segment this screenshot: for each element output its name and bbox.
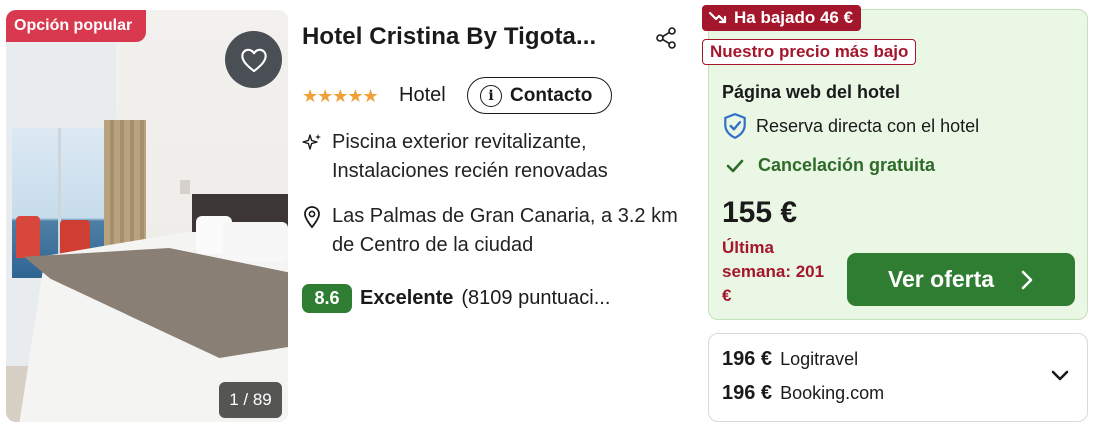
offer-row[interactable]: 196 € Logitravel: [722, 348, 858, 371]
sparkle-icon: [302, 134, 321, 150]
direct-booking-label: Reserva directa con el hotel: [756, 115, 980, 136]
view-offer-label: Ver oferta: [887, 266, 995, 292]
photo-chair: [60, 220, 90, 254]
score-badge: 8.6: [302, 284, 352, 313]
free-cancellation-row: Cancelación gratuita: [726, 155, 935, 176]
location-text: Las Palmas de Gran Canaria, a 3.2 km de …: [332, 205, 678, 256]
location-pin-icon: [304, 206, 320, 229]
price-drop-badge: Ha bajado 46 €: [702, 5, 862, 31]
free-cancellation-label: Cancelación gratuita: [758, 155, 936, 175]
hotel-name[interactable]: Hotel Cristina By Tigota...: [302, 23, 596, 51]
price-drop-label: Ha bajado 46 €: [734, 8, 854, 27]
expand-offers-button[interactable]: [1048, 364, 1072, 388]
score-label: Excelente: [360, 287, 454, 309]
lowest-price-badge: Nuestro precio más bajo: [702, 39, 917, 65]
amenities-row: Piscina exterior revitalizante, Instalac…: [302, 128, 692, 186]
amenities-text: Piscina exterior revitalizante, Instalac…: [332, 131, 608, 182]
offer-price: 196 €: [722, 348, 773, 370]
image-counter: 1 / 89: [219, 382, 282, 418]
location-row: Las Palmas de Gran Canaria, a 3.2 km de …: [302, 202, 692, 260]
view-offer-button[interactable]: Ver oferta: [847, 253, 1075, 306]
review-count: (8109 puntuaci...: [461, 287, 611, 309]
checkmark-icon: [726, 159, 744, 172]
direct-booking-row: Reserva directa con el hotel: [722, 112, 979, 140]
last-week-price: Última semana: 201 €: [722, 238, 825, 305]
chevron-down-icon: [1051, 370, 1069, 381]
chevron-right-icon: [1021, 270, 1033, 289]
favorite-button[interactable]: [225, 31, 282, 88]
trend-down-icon: [708, 11, 727, 24]
star-rating: ★★★★★: [302, 86, 379, 106]
heart-icon: [240, 48, 267, 72]
offer-row[interactable]: 196 € Booking.com: [722, 382, 884, 405]
photo-pillow: [222, 222, 288, 262]
provider-name: Página web del hotel: [722, 82, 901, 102]
contact-label: Contacto: [510, 84, 593, 106]
offer-provider: Logitravel: [780, 349, 859, 369]
hotel-photo[interactable]: Opción popular 1 / 89: [6, 10, 288, 422]
info-icon: i: [480, 84, 502, 107]
photo-chair: [16, 216, 40, 258]
offer-price: 196 €: [722, 382, 773, 404]
other-offers-panel[interactable]: [708, 333, 1088, 422]
shield-check-icon: [724, 113, 746, 139]
offer-provider: Booking.com: [780, 383, 885, 403]
photo-lamp: [180, 180, 190, 194]
share-icon[interactable]: [654, 26, 678, 50]
property-type: Hotel: [399, 84, 446, 106]
popular-badge: Opción popular: [6, 10, 147, 42]
contact-button[interactable]: i Contacto: [467, 77, 612, 114]
guest-rating[interactable]: 8.6 Excelente (8109 puntuaci...: [302, 284, 610, 313]
deal-price: 155 €: [722, 196, 798, 229]
